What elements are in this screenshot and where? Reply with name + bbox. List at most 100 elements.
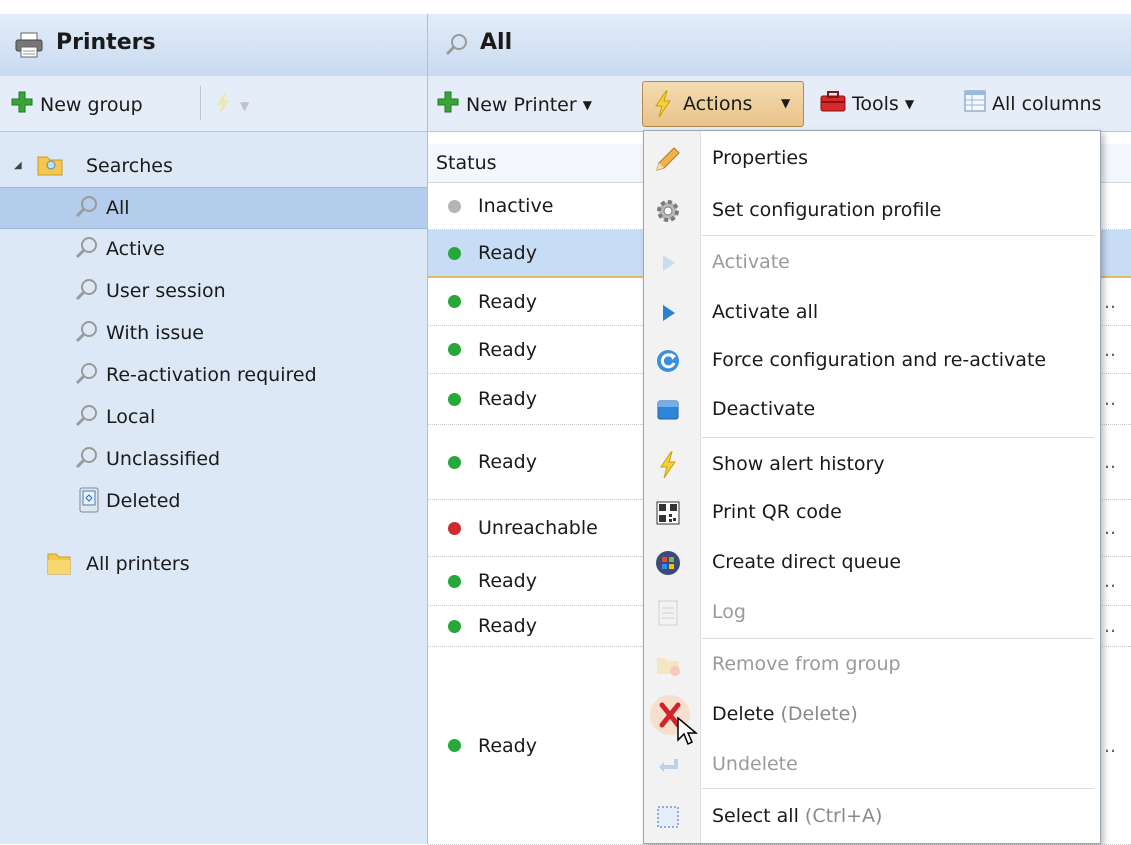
status-text: Inactive xyxy=(478,195,554,217)
menu-item-log: Log xyxy=(644,589,1100,637)
truncated-cell: .. xyxy=(1104,338,1117,361)
menu-item-delete[interactable]: Delete (Delete) xyxy=(644,691,1100,739)
undo-icon xyxy=(654,751,682,779)
menu-label: Undelete xyxy=(712,753,798,775)
mouse-cursor-icon xyxy=(676,716,700,753)
chevron-down-icon: ▼ xyxy=(240,98,250,113)
new-group-button[interactable]: New group xyxy=(10,90,143,119)
tree-node-searches[interactable]: ◢ Searches xyxy=(0,146,427,186)
search-icon xyxy=(74,361,100,392)
menu-item-force-configuration[interactable]: Force configuration and re-activate xyxy=(644,337,1100,385)
new-printer-label: New Printer xyxy=(466,93,577,116)
tree-item-deleted[interactable]: Deleted xyxy=(0,481,427,521)
printer-list-header: All xyxy=(428,14,1131,77)
menu-label: Set configuration profile xyxy=(712,199,942,221)
menu-item-select-all[interactable]: Select all (Ctrl+A) xyxy=(644,793,1100,841)
tree-label-all-printers: All printers xyxy=(86,553,190,575)
printer-icon xyxy=(14,32,44,63)
menu-item-create-direct-queue[interactable]: Create direct queue xyxy=(644,539,1100,587)
menu-item-activate-all[interactable]: Activate all xyxy=(644,289,1100,337)
menu-label: Activate xyxy=(712,251,790,273)
menu-label: Remove from group xyxy=(712,653,901,675)
menu-label: Log xyxy=(712,601,746,623)
tools-label: Tools xyxy=(852,92,899,115)
status-dot xyxy=(448,521,461,535)
menu-label: Activate all xyxy=(712,301,819,323)
tree-item-with-issue[interactable]: With issue xyxy=(0,313,427,353)
status-text: Ready xyxy=(478,242,537,264)
menu-item-deactivate[interactable]: Deactivate xyxy=(644,386,1100,434)
status-text: Ready xyxy=(478,734,537,757)
menu-item-activate: Activate xyxy=(644,239,1100,287)
windows-icon xyxy=(654,549,682,577)
menu-label: Select all (Ctrl+A) xyxy=(712,805,882,827)
tree-item-re-activation-required[interactable]: Re-activation required xyxy=(0,355,427,395)
tree-label-searches: Searches xyxy=(86,155,173,177)
search-icon xyxy=(74,277,100,308)
status-dot xyxy=(448,246,461,260)
menu-item-show-alert-history[interactable]: Show alert history xyxy=(644,441,1100,489)
expand-triangle-icon[interactable]: ◢ xyxy=(14,160,22,171)
group-actions-button[interactable]: ▼ xyxy=(212,90,249,121)
tree-label: Unclassified xyxy=(106,448,221,470)
menu-item-set-configuration-profile[interactable]: Set configuration profile xyxy=(644,187,1100,235)
refresh-icon xyxy=(654,347,682,375)
chevron-down-icon: ▼ xyxy=(781,96,791,110)
actions-button[interactable]: Actions ▼ xyxy=(642,81,804,127)
new-printer-button[interactable]: New Printer ▼ xyxy=(436,90,592,119)
status-dot xyxy=(448,199,461,213)
truncated-cell: .. xyxy=(1104,290,1117,313)
printers-toolbar: New group ▼ xyxy=(0,76,427,132)
printers-panel: Printers New group ▼ ◢ Searches All Acti… xyxy=(0,14,428,844)
menu-item-properties[interactable]: Properties xyxy=(644,135,1100,183)
tree-item-user-session[interactable]: User session xyxy=(0,271,427,311)
menu-label: Deactivate xyxy=(712,398,816,420)
tree-item-active[interactable]: Active xyxy=(0,229,427,269)
truncated-cell: .. xyxy=(1104,451,1117,473)
tree-label: Deleted xyxy=(106,490,181,512)
menu-item-remove-from-group: Remove from group xyxy=(644,641,1100,689)
tree-item-local[interactable]: Local xyxy=(0,397,427,437)
menu-label: Show alert history xyxy=(712,453,885,475)
all-columns-label: All columns xyxy=(992,92,1102,115)
play-icon xyxy=(654,249,682,277)
status-dot xyxy=(448,295,461,308)
new-group-label: New group xyxy=(40,93,143,116)
status-text: Ready xyxy=(478,451,537,473)
menu-item-undelete: Undelete xyxy=(644,741,1100,789)
select-all-shortcut: (Ctrl+A) xyxy=(804,805,883,827)
pencil-icon xyxy=(654,145,682,173)
tree-item-all[interactable]: All xyxy=(0,187,427,229)
truncated-cell: .. xyxy=(1104,734,1117,757)
menu-label: Delete (Delete) xyxy=(712,703,858,725)
gear-icon xyxy=(654,197,682,225)
search-icon xyxy=(74,403,100,434)
plus-icon xyxy=(436,90,460,119)
tree-label: User session xyxy=(106,280,226,302)
columns-icon xyxy=(964,90,986,117)
printers-panel-header: Printers xyxy=(0,14,427,77)
column-header-label: Status xyxy=(436,152,497,174)
menu-label: Properties xyxy=(712,147,809,169)
log-icon xyxy=(654,599,682,627)
select-all-icon xyxy=(654,803,682,831)
status-dot xyxy=(448,343,461,356)
plus-icon xyxy=(10,90,34,119)
play-icon xyxy=(654,299,682,327)
tree-item-unclassified[interactable]: Unclassified xyxy=(0,439,427,479)
truncated-cell: .. xyxy=(1104,388,1117,410)
menu-label: Print QR code xyxy=(712,501,842,523)
search-icon xyxy=(74,445,100,476)
tree-label: Active xyxy=(106,238,165,260)
all-columns-button[interactable]: All columns xyxy=(964,90,1101,117)
folder-icon xyxy=(46,550,72,581)
printer-list-toolbar: New Printer ▼ Actions ▼ Tools ▼ All colu… xyxy=(428,76,1131,132)
search-icon xyxy=(74,194,100,225)
status-dot xyxy=(448,739,461,752)
menu-item-print-qr-code[interactable]: Print QR code xyxy=(644,489,1100,537)
tools-button[interactable]: Tools ▼ xyxy=(820,90,914,117)
menu-label: Force configuration and re-activate xyxy=(712,349,1047,371)
tree-node-all-printers[interactable]: All printers xyxy=(0,544,427,584)
search-icon xyxy=(444,32,470,63)
tree-label: With issue xyxy=(106,322,204,344)
